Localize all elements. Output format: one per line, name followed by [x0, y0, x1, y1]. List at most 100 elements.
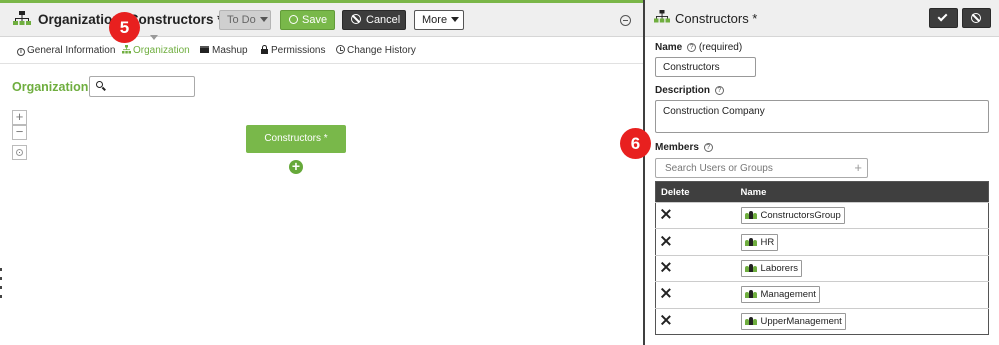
name-cell: Laborers: [735, 254, 989, 282]
status-dropdown[interactable]: To Do: [219, 10, 271, 30]
info-icon: i: [17, 48, 25, 56]
add-icon[interactable]: +: [854, 160, 862, 175]
delete-icon[interactable]: [661, 236, 671, 246]
caret-down-icon: [451, 17, 460, 22]
help-icon[interactable]: ?: [714, 86, 724, 95]
org-node[interactable]: Constructors *: [246, 125, 346, 153]
members-search-input[interactable]: Search Users or Groups +: [655, 158, 868, 178]
group-chip[interactable]: ConstructorsGroup: [740, 207, 845, 225]
group-chip[interactable]: Management: [740, 286, 820, 304]
delete-cell: [655, 254, 736, 282]
zoom-fit-button[interactable]: [12, 145, 27, 160]
name-cell: HR: [735, 228, 989, 256]
group-chip[interactable]: HR: [740, 233, 779, 251]
lock-icon: [261, 45, 268, 54]
name-cell: UpperManagement: [735, 307, 989, 335]
delete-icon[interactable]: [661, 209, 671, 219]
description-label-text: Description: [655, 85, 711, 96]
tab-change-history[interactable]: Change History: [336, 45, 416, 56]
more-dropdown-label: More: [422, 14, 448, 26]
group-icon: [744, 316, 758, 325]
save-button[interactable]: Save: [280, 10, 335, 30]
group-icon: [744, 211, 758, 220]
tab-label: Permissions: [271, 45, 326, 56]
add-child-node-button[interactable]: +: [289, 159, 303, 174]
resize-handle[interactable]: [0, 268, 3, 306]
circle-icon: [289, 15, 298, 24]
panel-title: Constructors *: [675, 11, 758, 26]
mashup-icon: [200, 46, 209, 53]
tab-label: General Information: [27, 45, 116, 56]
tab-label: Change History: [347, 45, 416, 56]
group-icon: [744, 263, 758, 272]
description-field[interactable]: Construction Company: [655, 100, 989, 133]
group-name: Management: [760, 289, 816, 301]
members-search-placeholder: Search Users or Groups: [665, 163, 773, 174]
group-name: UpperManagement: [760, 315, 842, 327]
group-name: HR: [760, 236, 775, 248]
name-cell: Management: [735, 281, 989, 309]
help-icon[interactable]: ?: [703, 143, 713, 152]
delete-cell: [655, 281, 736, 309]
table-header-row: Delete Name: [655, 181, 989, 203]
cancel-button-label: Cancel: [366, 14, 401, 26]
members-table: Delete Name ConstructorsGroup HR Laborer…: [655, 181, 989, 335]
name-label-text: Name: [655, 42, 683, 53]
delete-cell: [655, 201, 736, 229]
table-row: ConstructorsGroup: [655, 201, 989, 229]
delete-cell: [655, 228, 736, 256]
collapse-icon[interactable]: [620, 15, 631, 26]
clock-icon: [336, 45, 345, 54]
group-chip[interactable]: UpperManagement: [740, 312, 846, 330]
tab-general-information[interactable]: i General Information: [17, 45, 115, 56]
check-icon: [937, 11, 948, 22]
tab-label: Mashup: [212, 45, 248, 56]
confirm-button[interactable]: [929, 8, 958, 28]
name-field[interactable]: [655, 57, 756, 77]
tab-organization[interactable]: Organization: [122, 45, 190, 56]
discard-button[interactable]: [962, 8, 991, 28]
panel-header: Constructors *: [645, 0, 999, 37]
column-header-name: Name: [735, 181, 989, 203]
group-icon: [744, 237, 758, 246]
name-label: Name ? (required): [655, 42, 742, 53]
column-header-delete: Delete: [655, 181, 736, 203]
table-row: HR: [655, 228, 989, 256]
name-cell: ConstructorsGroup: [735, 201, 989, 229]
zoom-in-button[interactable]: +: [12, 110, 27, 125]
delete-icon[interactable]: [661, 315, 671, 325]
caret-down-icon: [259, 17, 268, 22]
ban-icon: [971, 13, 981, 23]
members-label: Members ?: [655, 142, 713, 153]
status-dropdown-label: To Do: [227, 14, 256, 26]
org-chart-icon: [122, 45, 131, 54]
node-details-panel: Constructors * Name ? (required) Descrip…: [645, 0, 999, 345]
tab-permissions[interactable]: Permissions: [260, 45, 325, 56]
table-row: Laborers: [655, 254, 989, 282]
table-row: UpperManagement: [655, 307, 989, 335]
delete-icon[interactable]: [661, 262, 671, 272]
help-icon[interactable]: ?: [687, 43, 697, 52]
description-label: Description ?: [655, 85, 724, 96]
tab-bar: i General Information Organization Mashup…: [0, 37, 643, 64]
tab-label: Organization: [133, 45, 190, 56]
delete-icon[interactable]: [661, 288, 671, 298]
group-name: ConstructorsGroup: [760, 210, 841, 222]
editor-toolbar: Organization: Constructors *? To Do Save…: [0, 0, 643, 37]
step-callout-6: 6: [620, 128, 651, 159]
search-icon: [96, 81, 103, 88]
organization-search-input[interactable]: [89, 76, 195, 97]
zoom-out-button[interactable]: −: [12, 125, 27, 140]
members-label-text: Members: [655, 142, 699, 153]
target-icon: [16, 149, 23, 156]
tab-mashup[interactable]: Mashup: [200, 45, 248, 56]
required-note: (required): [698, 42, 743, 53]
cancel-button[interactable]: Cancel: [342, 10, 406, 30]
organization-editor-pane: Organization: Constructors *? To Do Save…: [0, 0, 643, 345]
callout-pointer-icon: [150, 35, 158, 40]
delete-cell: [655, 307, 736, 335]
group-chip[interactable]: Laborers: [740, 259, 802, 277]
more-dropdown[interactable]: More: [414, 10, 464, 30]
group-icon: [744, 290, 758, 299]
table-row: Management: [655, 281, 989, 309]
